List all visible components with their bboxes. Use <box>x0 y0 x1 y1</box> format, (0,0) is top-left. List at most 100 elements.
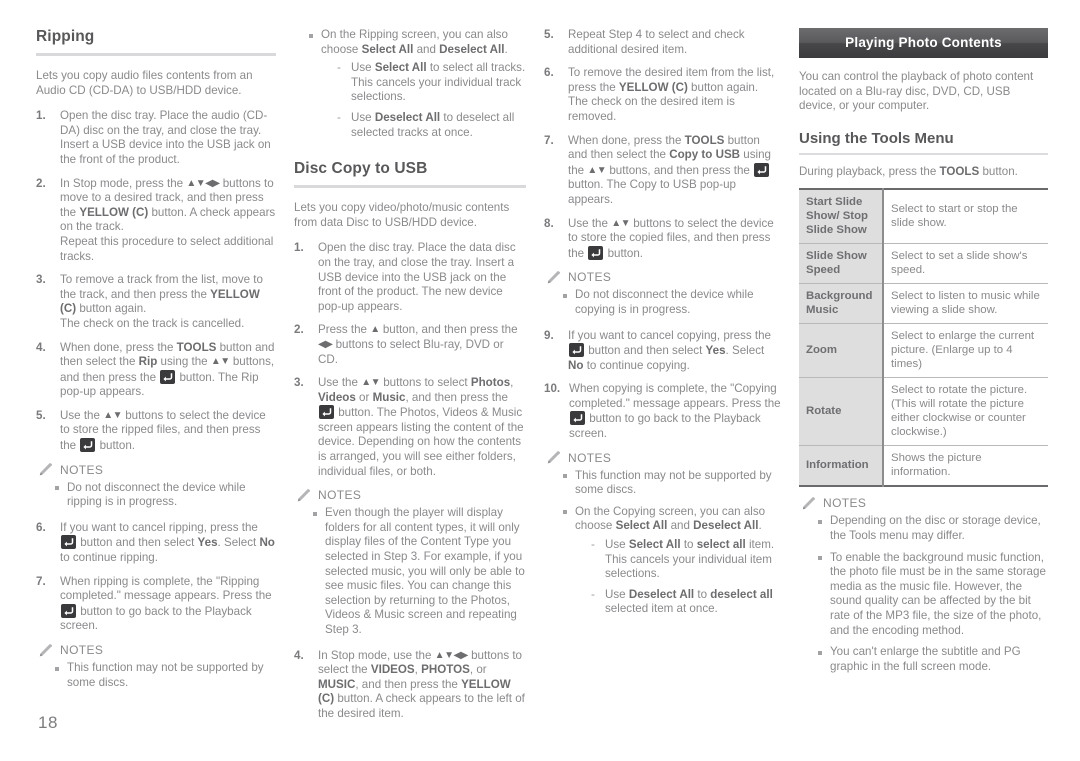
list-item: 10. When copying is complete, the "Copyin… <box>544 382 781 441</box>
table-cell-value: Select to listen to music while viewing … <box>883 283 1048 325</box>
table-cell-value: Select to rotate the picture. (This will… <box>883 377 1048 447</box>
enter-key-icon <box>754 162 770 177</box>
step-text: In Stop mode, use the ▲▼◀▶ buttons to se… <box>318 648 525 720</box>
up-down-arrows-icon: ▲▼ <box>361 377 380 389</box>
list-item: To enable the background music function,… <box>817 551 1048 639</box>
table-row: Slide Show Speed Select to set a slide s… <box>799 243 1048 285</box>
up-down-arrows-icon: ▲▼ <box>210 356 230 368</box>
notes-block: NOTES Do not disconnect the device while… <box>36 463 276 510</box>
pencil-icon <box>36 643 53 657</box>
notes-header: NOTES <box>544 270 781 284</box>
enter-key-icon <box>61 603 76 618</box>
list-item: 4. In Stop mode, use the ▲▼◀▶ buttons to … <box>294 649 526 722</box>
table-cell-value: Shows the picture information. <box>883 445 1048 487</box>
list-item: 1. Open the disc tray. Place the data dis… <box>294 241 526 314</box>
notes-label: NOTES <box>823 496 867 511</box>
step-text: Use the ▲▼ buttons to select Photos, Vid… <box>318 376 524 478</box>
notes-list: Do not disconnect the device while rippi… <box>36 481 276 510</box>
list-item: 7. When done, press the TOOLS button and … <box>544 134 781 208</box>
list-item: 5. Repeat Step 4 to select and check addi… <box>544 28 781 57</box>
list-item: Do not disconnect the device while copyi… <box>562 288 781 317</box>
step-number: 4. <box>294 648 304 662</box>
playing-photo-intro: You can control the playback of photo co… <box>799 70 1034 113</box>
notes-block: NOTES Depending on the disc or storage d… <box>799 496 1048 674</box>
notes-label: NOTES <box>568 450 612 465</box>
list-item: 7. When ripping is complete, the "Ripping… <box>36 575 276 634</box>
step-number: 3. <box>36 273 46 287</box>
pencil-icon <box>544 270 561 284</box>
column-1: Ripping Lets you copy audio files conten… <box>36 28 294 731</box>
notes-block: NOTES This function may not be supported… <box>36 643 276 690</box>
step-text: If you want to cancel copying, press the… <box>568 328 772 372</box>
tools-menu-table: Start Slide Show/ Stop Slide Show Select… <box>799 188 1048 488</box>
enter-key-icon <box>319 405 334 420</box>
step-text: In Stop mode, press the ▲▼◀▶ buttons to … <box>60 176 276 263</box>
notes-block: NOTES Do not disconnect the device while… <box>544 270 781 317</box>
notes-list-top: On the Ripping screen, you can also choo… <box>294 28 526 140</box>
pencil-icon <box>544 451 561 464</box>
list-item: 1. Open the disc tray. Place the audio (C… <box>36 109 276 167</box>
list-item: Use Select All to select all tracks. Thi… <box>335 61 526 105</box>
list-item: Do not disconnect the device while rippi… <box>54 481 276 510</box>
step-number: 10. <box>544 382 561 396</box>
columns-container: Ripping Lets you copy audio files conten… <box>36 28 1048 731</box>
step-number: 3. <box>294 376 304 390</box>
notes-header: NOTES <box>36 643 276 657</box>
disc-copy-steps-continued: 4. In Stop mode, use the ▲▼◀▶ buttons to … <box>294 649 526 722</box>
copy-steps: 5. Repeat Step 4 to select and check addi… <box>544 28 781 261</box>
list-item: Use Select All to select all item. This … <box>589 538 781 582</box>
step-number: 7. <box>36 574 46 588</box>
table-row: Start Slide Show/ Stop Slide Show Select… <box>799 189 1048 245</box>
step-text: When done, press the TOOLS button and th… <box>568 133 771 206</box>
step-text: If you want to cancel ripping, press the… <box>60 520 275 565</box>
table-cell-value: Select to set a slide show's speed. <box>883 243 1048 285</box>
manual-page: Ripping Lets you copy audio files conten… <box>0 0 1080 761</box>
column-3: 5. Repeat Step 4 to select and check addi… <box>544 28 799 731</box>
table-row: Information Shows the picture informatio… <box>799 445 1048 487</box>
list-item: 4. When done, press the TOOLS button and … <box>36 341 276 400</box>
list-item: 8. Use the ▲▼ buttons to select the devic… <box>544 217 781 262</box>
up-arrow-icon: ▲ <box>370 324 380 336</box>
table-cell-key: Information <box>799 445 884 487</box>
table-cell-key: Background Music <box>799 283 884 325</box>
notes-header: NOTES <box>799 496 1048 510</box>
step-number: 5. <box>36 408 46 422</box>
notes-list: Do not disconnect the device while copyi… <box>544 288 781 317</box>
column-2: On the Ripping screen, you can also choo… <box>294 28 544 731</box>
list-item: Even though the player will display fold… <box>312 506 526 637</box>
ripping-intro: Lets you copy audio files contents from … <box>36 69 253 97</box>
table-cell-key: Slide Show Speed <box>799 243 884 285</box>
disc-copy-intro: Lets you copy video/photo/music contents… <box>294 201 510 229</box>
step-number: 6. <box>36 520 46 534</box>
step-number: 2. <box>294 323 304 337</box>
enter-key-icon <box>80 438 96 453</box>
copy-steps-continued: 9. If you want to cancel copying, press t… <box>544 329 781 442</box>
step-number: 1. <box>294 241 304 255</box>
heading-rule <box>294 185 526 189</box>
section-heading-disc-copy: Disc Copy to USB <box>294 160 428 178</box>
dpad-arrows-icon: ▲▼◀▶ <box>186 177 220 189</box>
step-number: 1. <box>36 109 46 123</box>
heading-rule <box>36 53 276 56</box>
enter-key-icon <box>570 411 585 426</box>
step-number: 6. <box>544 66 554 80</box>
enter-key-icon <box>588 245 604 260</box>
list-item: On the Ripping screen, you can also choo… <box>308 28 526 140</box>
enter-key-icon <box>569 343 584 358</box>
step-text: When copying is complete, the "Copying c… <box>569 382 781 441</box>
list-item: You can't enlarge the subtitle and PG gr… <box>817 645 1048 674</box>
column-4: Playing Photo Contents You can control t… <box>799 28 1048 731</box>
list-item: 6. To remove the desired item from the li… <box>544 66 781 124</box>
table-cell-value: Select to enlarge the current picture. (… <box>883 323 1048 379</box>
notes-block: NOTES This function may not be supported… <box>544 451 781 617</box>
tools-menu-intro: During playback, press the TOOLS button. <box>799 164 1018 178</box>
notes-block: NOTES Even though the player will displa… <box>294 488 526 637</box>
list-item: 2. Press the ▲ button, and then press the… <box>294 323 526 367</box>
notes-label: NOTES <box>318 488 362 503</box>
list-item: 5. Use the ▲▼ buttons to select the devic… <box>36 409 276 454</box>
notes-header: NOTES <box>36 463 276 477</box>
step-text: When done, press the TOOLS button and th… <box>60 340 275 399</box>
enter-key-icon <box>61 535 76 550</box>
step-text: To remove a track from the list, move to… <box>60 273 263 330</box>
table-row: Zoom Select to enlarge the current pictu… <box>799 323 1048 379</box>
